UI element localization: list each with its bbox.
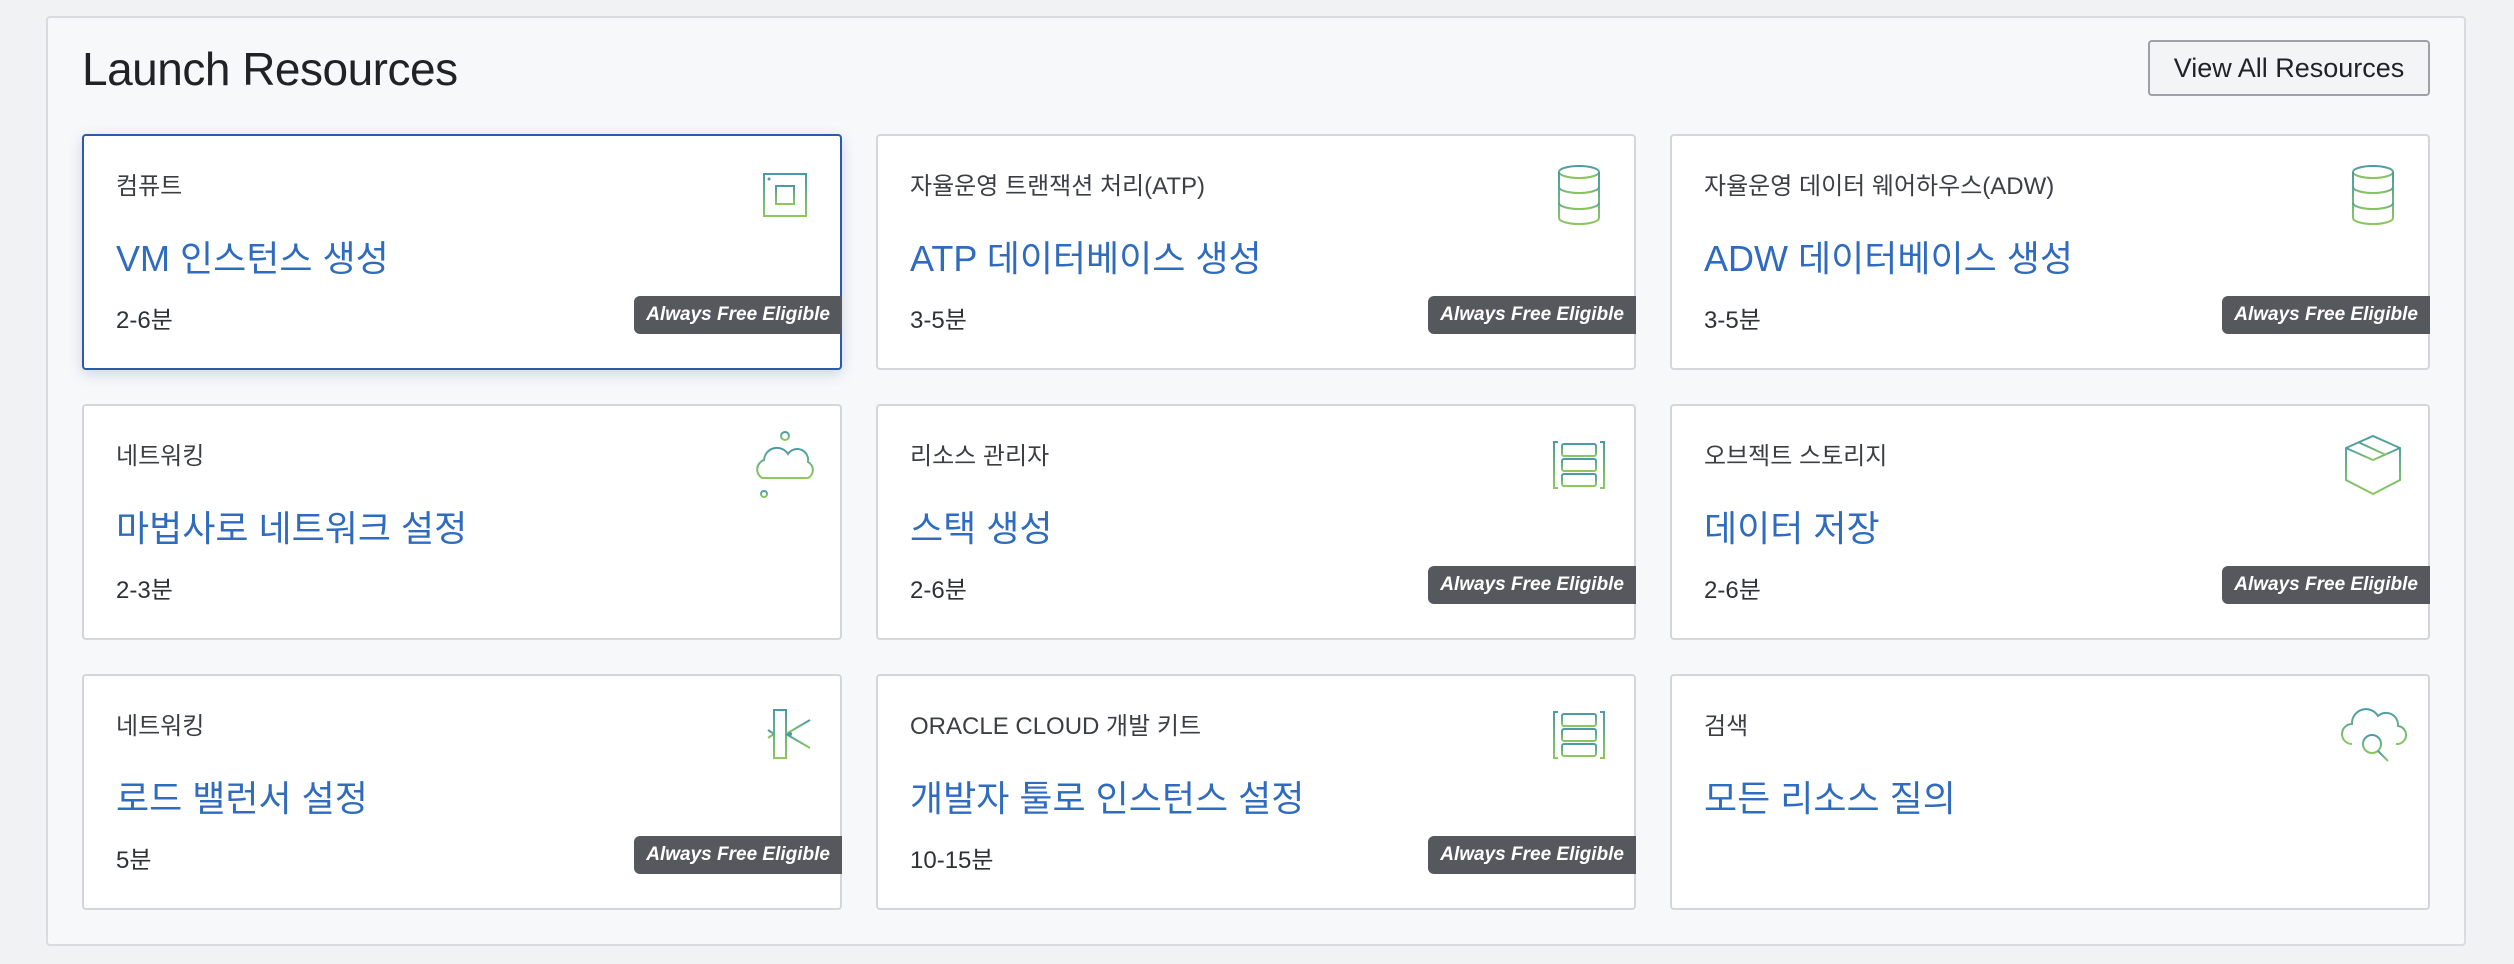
card-network-wizard[interactable]: 네트워킹 마법사로 네트워크 설정 2-3분 — [82, 404, 842, 640]
cloud-search-icon — [2338, 700, 2408, 770]
card-time-estimate: 3-5분 — [1704, 307, 1761, 334]
card-title-link[interactable]: 마법사로 네트워크 설정 — [116, 500, 467, 552]
card-store-data[interactable]: 오브젝트 스토리지 데이터 저장 2-6분 Always Free Eligib… — [1670, 404, 2430, 640]
always-free-badge: Always Free Eligible — [1428, 296, 1636, 334]
card-create-adw-database[interactable]: 자율운영 데이터 웨어하우스(ADW) ADW 데이터베이스 생성 3-5분 A… — [1670, 134, 2430, 370]
box-icon — [2338, 430, 2408, 500]
card-title-link[interactable]: 스택 생성 — [910, 500, 1052, 552]
card-create-stack[interactable]: 리소스 관리자 스택 생성 2-6분 Always Free Eligible — [876, 404, 1636, 640]
launch-resources-panel: Launch Resources View All Resources 컴퓨트 … — [46, 16, 2466, 946]
card-query-all-resources[interactable]: 검색 모든 리소스 질의 — [1670, 674, 2430, 910]
always-free-badge: Always Free Eligible — [2222, 566, 2430, 604]
card-title-link[interactable]: ADW 데이터베이스 생성 — [1704, 230, 2073, 282]
card-category: 자율운영 트랜잭션 처리(ATP) — [910, 173, 1206, 200]
card-time-estimate: 2-3분 — [116, 577, 173, 604]
always-free-badge: Always Free Eligible — [2222, 296, 2430, 334]
always-free-badge: Always Free Eligible — [1428, 836, 1636, 874]
card-time-estimate: 5분 — [116, 847, 152, 874]
stack-icon — [1544, 700, 1614, 770]
card-title-link[interactable]: 로드 밸런서 설정 — [116, 770, 368, 822]
page-title: Launch Resources — [82, 43, 458, 95]
card-title-link[interactable]: 데이터 저장 — [1704, 500, 1880, 552]
card-category: 검색 — [1704, 713, 1749, 740]
card-create-vm-instance[interactable]: 컴퓨트 VM 인스턴스 생성 2-6분 Always Free Eligible — [82, 134, 842, 370]
load-balancer-icon — [750, 700, 820, 770]
resource-card-grid: 컴퓨트 VM 인스턴스 생성 2-6분 Always Free Eligible — [82, 134, 2430, 910]
view-all-resources-button[interactable]: View All Resources — [2148, 40, 2430, 96]
card-create-atp-database[interactable]: 자율운영 트랜잭션 처리(ATP) ATP 데이터베이스 생성 3-5분 Alw… — [876, 134, 1636, 370]
card-category: 네트워킹 — [116, 443, 205, 470]
card-dev-tools-instance[interactable]: ORACLE CLOUD 개발 키트 개발자 툴로 인스턴스 설정 10-15분… — [876, 674, 1636, 910]
card-time-estimate: 2-6분 — [116, 307, 173, 334]
always-free-badge: Always Free Eligible — [634, 836, 842, 874]
chip-icon — [750, 160, 820, 230]
card-title-link[interactable]: 개발자 툴로 인스턴스 설정 — [910, 770, 1304, 822]
card-load-balancer[interactable]: 네트워킹 로드 밸런서 설정 5분 Always Free Eligible — [82, 674, 842, 910]
card-category: ORACLE CLOUD 개발 키트 — [910, 713, 1202, 740]
card-time-estimate: 2-6분 — [910, 577, 967, 604]
card-category: 자율운영 데이터 웨어하우스(ADW) — [1704, 173, 2055, 200]
stack-icon — [1544, 430, 1614, 500]
cloud-network-icon — [750, 430, 820, 500]
database-icon — [2338, 160, 2408, 230]
always-free-badge: Always Free Eligible — [634, 296, 842, 334]
card-time-estimate: 3-5분 — [910, 307, 967, 334]
card-title-link[interactable]: VM 인스턴스 생성 — [116, 230, 389, 282]
card-title-link[interactable]: ATP 데이터베이스 생성 — [910, 230, 1262, 282]
card-category: 네트워킹 — [116, 713, 205, 740]
card-title-link[interactable]: 모든 리소스 질의 — [1704, 770, 1956, 822]
card-category: 리소스 관리자 — [910, 443, 1050, 470]
database-icon — [1544, 160, 1614, 230]
card-category: 컴퓨트 — [116, 173, 183, 200]
card-time-estimate: 2-6분 — [1704, 577, 1761, 604]
card-category: 오브젝트 스토리지 — [1704, 443, 1888, 470]
card-time-estimate: 10-15분 — [910, 847, 994, 874]
always-free-badge: Always Free Eligible — [1428, 566, 1636, 604]
